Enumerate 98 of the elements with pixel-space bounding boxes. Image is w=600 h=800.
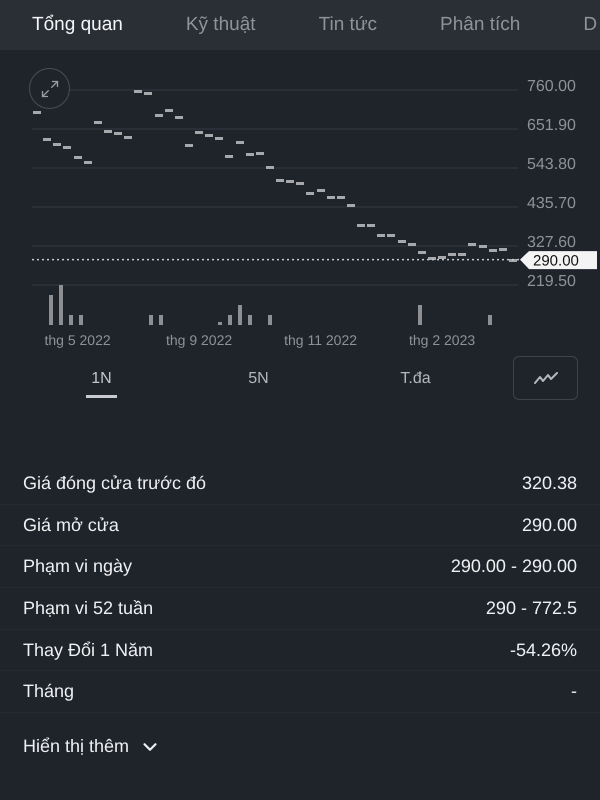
price-marker [428,257,436,260]
range-tab[interactable]: T.đa [395,358,436,398]
volume-bar [488,315,492,325]
stat-label: Tháng [23,680,74,704]
stat-label: Giá đóng cửa trước đó [23,472,206,495]
volume-bar [268,315,272,325]
stat-label: Phạm vi ngày [23,555,132,578]
price-marker [175,116,183,119]
price-marker [347,204,355,207]
price-marker [387,234,395,237]
stat-value: 290.00 - 290.00 [450,555,577,578]
chart-type-button[interactable] [513,356,578,400]
price-marker [84,161,92,164]
price-marker [499,248,507,251]
price-marker [246,153,254,156]
range-tab[interactable]: 1N [86,358,117,398]
price-marker [104,130,112,133]
range-tab[interactable]: 5N [243,358,274,398]
volume-bar [159,315,163,325]
ref-line-label: 290.00 [533,252,579,270]
price-marker [236,141,244,144]
expand-icon [40,78,60,98]
price-marker [43,138,51,141]
stat-label: Giá mở cửa [23,514,119,537]
stat-value: - [571,680,577,704]
x-axis-label: thg 11 2022 [284,332,358,348]
price-marker [225,155,233,158]
price-marker [418,251,426,254]
price-marker [94,121,102,124]
stat-value: -54.26% [510,638,577,662]
price-marker [327,196,335,199]
y-axis-label: 543.80 [527,156,576,173]
tab[interactable]: Tin tức [318,10,378,40]
price-marker [367,224,375,227]
price-marker [296,182,304,185]
price-marker [205,134,213,137]
expand-button[interactable] [29,68,70,109]
volume-bar [248,315,252,325]
tab[interactable]: Tổng quan [32,10,123,40]
price-marker [33,111,41,114]
volume-bar [228,315,232,325]
stat-label: Thay Đổi 1 Năm [23,638,154,662]
price-marker [398,240,406,243]
price-marker [74,156,82,159]
price-marker [266,166,274,169]
x-axis-label: thg 9 2022 [166,332,232,348]
price-marker [134,90,142,93]
volume-bar [149,315,153,325]
price-marker [53,143,61,146]
price-marker [124,136,132,139]
volume-bar [418,305,422,325]
y-axis-label: 760.00 [527,78,576,95]
price-marker [276,179,284,182]
line-chart-icon [534,372,558,384]
price-marker [195,131,203,134]
price-marker [448,253,456,256]
price-marker [438,256,446,259]
volume-bar [238,305,242,325]
price-marker [215,137,223,140]
price-marker [286,180,294,183]
volume-bar [218,322,222,325]
y-axis-label: 219.50 [527,273,576,290]
price-marker [357,224,365,227]
stat-label: Phạm vi 52 tuần [23,596,154,620]
y-axis-label: 327.60 [527,234,576,251]
volume-bar [79,315,83,325]
x-axis-label: thg 5 2022 [44,332,111,348]
price-marker [408,243,416,246]
volume-bar [49,295,53,325]
price-marker [144,92,152,95]
stat-value: 290 - 772.5 [486,596,577,620]
price-marker [458,253,466,256]
y-axis-label: 651.90 [527,117,576,134]
stat-value: 290.00 [522,514,577,537]
price-marker [479,245,487,248]
volume-bar [69,315,73,325]
volume-bar [59,285,63,325]
price-marker [155,114,163,117]
price-marker [489,249,497,252]
price-marker [337,196,345,199]
price-marker [185,144,193,147]
price-marker [317,189,325,192]
price-marker [63,146,71,149]
price-marker [468,243,476,246]
tab[interactable]: Phân tích [440,10,520,40]
price-marker [165,109,173,112]
x-axis-label: thg 2 2023 [408,332,476,348]
tab[interactable]: D [583,10,598,40]
current-price-tag: 290.00 [520,251,597,270]
stat-value: 320.38 [522,472,577,495]
price-marker [377,234,385,237]
y-axis-label: 435.70 [527,195,576,212]
show-more-button[interactable]: Hiển thị thêm [23,733,162,760]
price-marker [114,132,122,135]
price-marker [509,259,517,262]
tab[interactable]: Kỹ thuật [186,10,256,40]
price-marker [306,192,314,195]
price-marker [256,152,264,155]
